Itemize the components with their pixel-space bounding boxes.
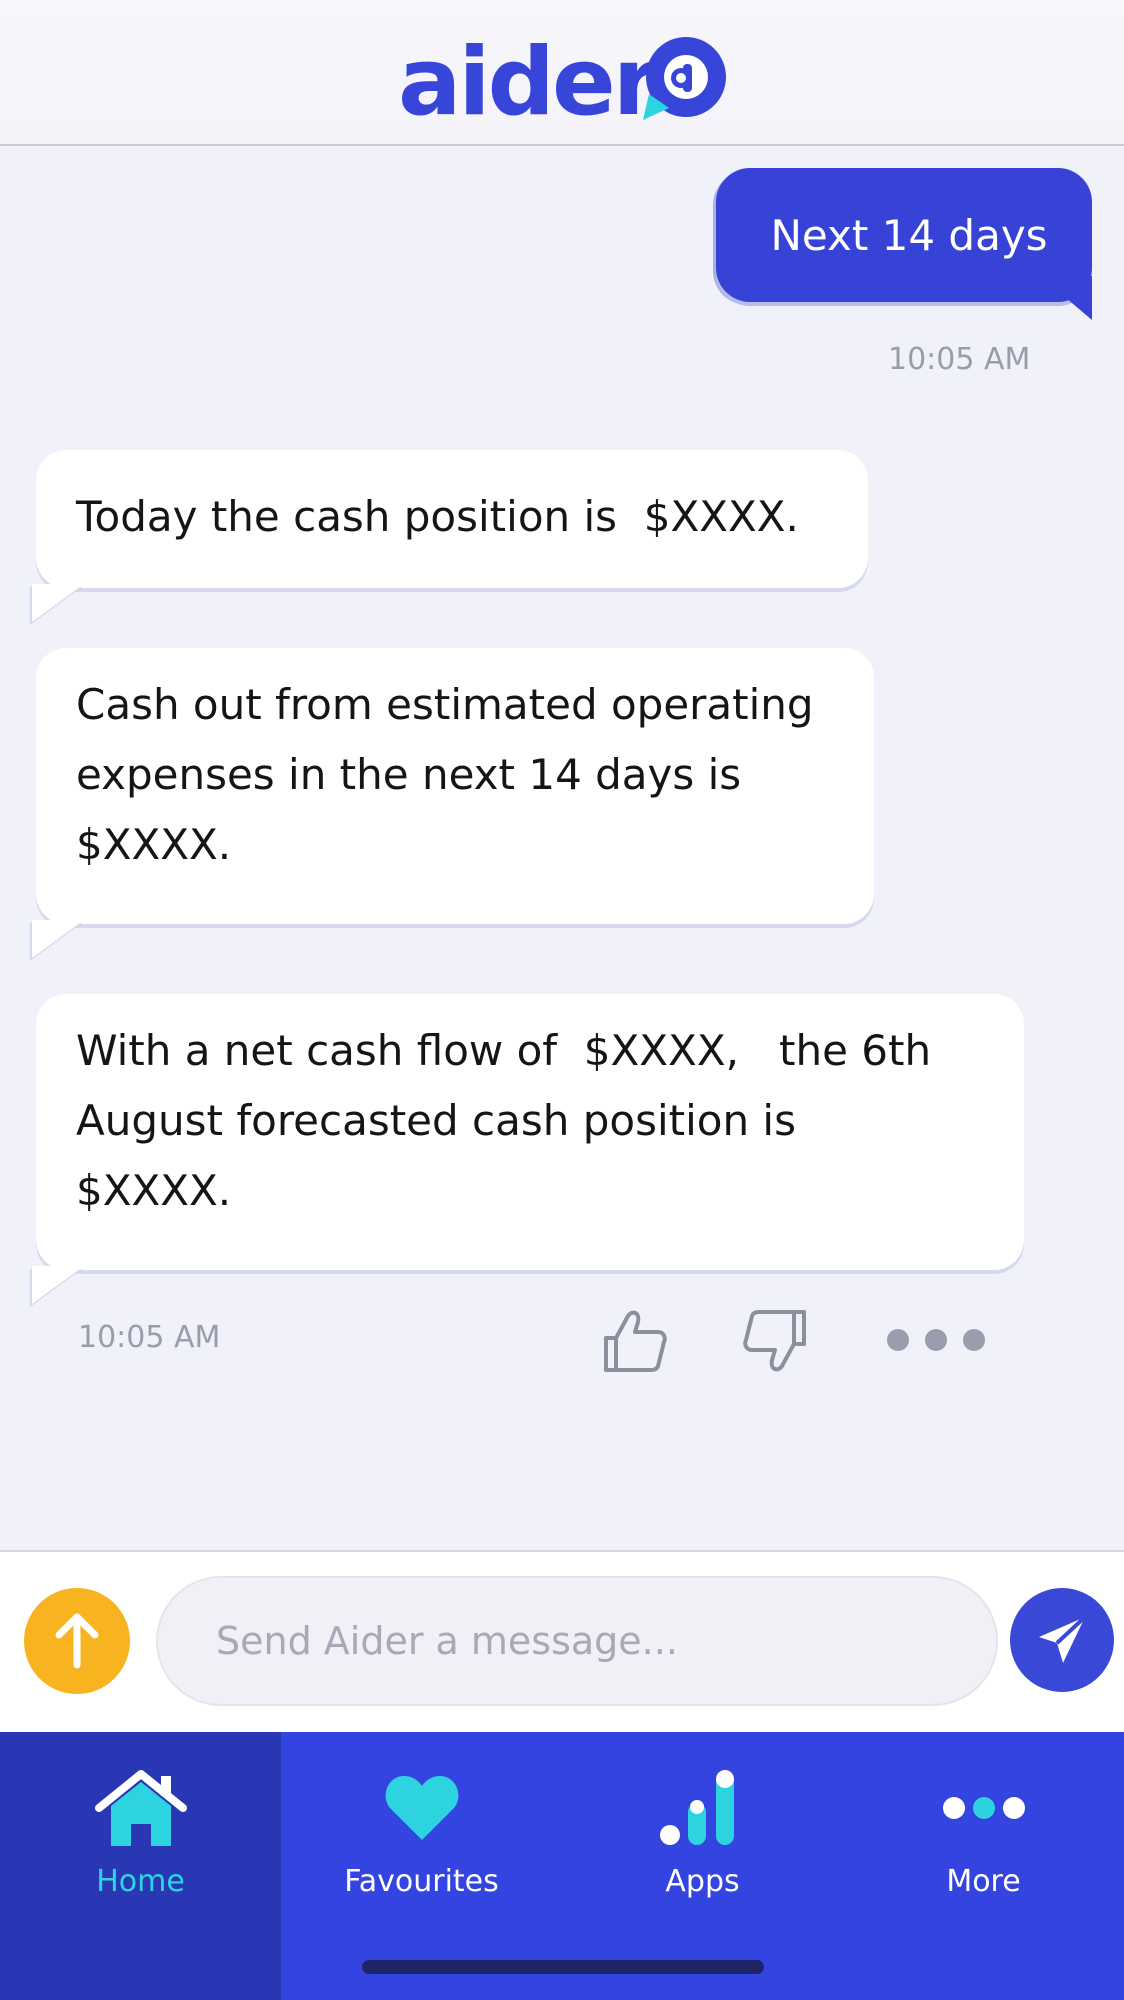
thumbs-down-icon[interactable] xyxy=(742,1308,808,1374)
bot-message-line: $XXXX. xyxy=(76,820,232,869)
app-header: aider a xyxy=(0,0,1124,146)
user-bubble-tail xyxy=(1040,276,1092,320)
tab-label: More xyxy=(946,1864,1021,1899)
home-icon xyxy=(86,1760,196,1856)
logo-text: aider xyxy=(398,28,659,137)
bot-message-line: August forecasted cash position is xyxy=(76,1096,796,1145)
bot-message-line: With a net cash flow of $XXXX, the 6th xyxy=(76,1026,932,1075)
user-message-timestamp: 10:05 AM xyxy=(888,342,1031,377)
apps-bars-icon xyxy=(648,1760,758,1856)
arrow-up-icon xyxy=(55,1613,99,1669)
chat-area[interactable]: Next 14 days 10:05 AM Today the cash pos… xyxy=(0,148,1124,1550)
home-indicator[interactable] xyxy=(362,1960,764,1974)
tab-label: Favourites xyxy=(344,1864,499,1899)
paper-plane-icon xyxy=(1039,1615,1087,1663)
user-message-bubble: Next 14 days xyxy=(716,168,1092,302)
logo-chat-bubble-icon: a xyxy=(643,37,726,120)
message-input[interactable] xyxy=(156,1576,998,1706)
heart-icon xyxy=(367,1760,477,1856)
bot-message-line: Cash out from estimated operating xyxy=(76,680,814,729)
bot-message-bubble: Today the cash position is $XXXX. xyxy=(36,450,868,588)
tab-home[interactable]: Home xyxy=(0,1732,281,2000)
more-dots-icon xyxy=(929,1760,1039,1856)
app-logo: aider a xyxy=(398,28,726,137)
user-message-text: Next 14 days xyxy=(770,210,1048,260)
bot-message-line: expenses in the next 14 days is xyxy=(76,750,742,799)
bot-message-text: Today the cash position is $XXXX. xyxy=(76,492,799,541)
bot-bubble-tail xyxy=(32,920,84,958)
tab-label: Apps xyxy=(665,1864,740,1899)
bot-bubble-tail xyxy=(32,584,84,622)
thumbs-up-icon[interactable] xyxy=(602,1308,668,1374)
message-composer xyxy=(0,1550,1124,1732)
send-button[interactable] xyxy=(1010,1588,1114,1692)
bot-message-line: $XXXX. xyxy=(76,1166,232,1215)
bot-message-bubble: Cash out from estimated operating expens… xyxy=(36,648,874,924)
bot-message-bubble: With a net cash flow of $XXXX, the 6th A… xyxy=(36,994,1024,1270)
more-dots-icon[interactable] xyxy=(884,1326,988,1354)
bot-message-timestamp: 10:05 AM xyxy=(78,1320,221,1355)
tab-more[interactable]: More xyxy=(843,1732,1124,2000)
upload-button[interactable] xyxy=(24,1588,130,1694)
tab-label: Home xyxy=(96,1864,185,1899)
bot-bubble-tail xyxy=(32,1266,84,1304)
